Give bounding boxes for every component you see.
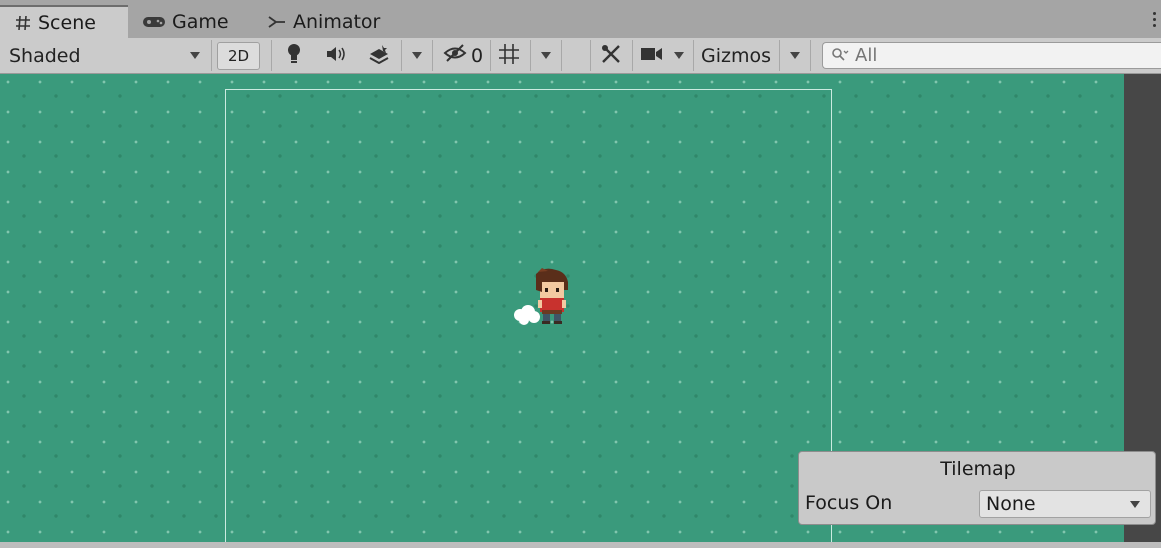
2d-mode-button[interactable]: 2D [217,42,260,70]
gamepad-icon [142,14,166,30]
effects-dropdown[interactable] [406,38,428,73]
lightbulb-icon [286,43,302,69]
hierarchy-search[interactable] [822,42,1161,69]
tools-icon [600,43,622,69]
draw-mode-value: Shaded [9,44,81,67]
search-icon [831,46,849,65]
tab-animator[interactable]: Animator [253,5,403,38]
divider [490,40,491,71]
divider [810,40,811,71]
window-tab-bar: Scene Game Animator [0,0,1161,38]
chevron-down-icon [674,52,684,59]
search-input[interactable] [855,45,1135,66]
hash-icon [14,14,32,32]
scene-visibility-toggle[interactable]: 0 [437,38,489,73]
tab-game[interactable]: Game [128,5,253,38]
player-sprite[interactable] [508,266,580,336]
camera-dropdown[interactable] [668,38,690,73]
animator-icon [267,14,287,30]
focus-on-value: None [986,493,1036,515]
divider [211,40,212,71]
chevron-down-icon [190,52,200,59]
divider [779,40,780,71]
chevron-down-icon [1130,500,1140,508]
more-options-icon[interactable] [1153,12,1157,30]
speaker-icon [325,45,349,67]
camera-icon [640,46,664,66]
chevron-down-icon [790,52,800,59]
eye-slash-icon [443,44,467,67]
divider [693,40,694,71]
layers-icon [368,44,390,68]
divider [401,40,402,71]
divider [561,40,562,71]
gizmos-dropdown[interactable] [782,38,808,73]
grid-icon [498,43,520,69]
draw-mode-dropdown[interactable]: Shaded [0,38,210,73]
lighting-toggle[interactable] [280,38,308,73]
grid-dropdown[interactable] [534,38,558,73]
tab-label: Scene [38,11,96,34]
camera-settings-button[interactable] [638,38,666,73]
divider [632,40,633,71]
effects-toggle[interactable] [364,38,394,73]
divider [590,40,591,71]
divider [530,40,531,71]
focus-on-label: Focus On [805,492,893,514]
tilemap-overlay-panel: Tilemap Focus On None [798,451,1156,525]
hidden-count: 0 [470,44,484,67]
divider [271,40,272,71]
tab-scene[interactable]: Scene [0,5,128,38]
focus-on-dropdown[interactable]: None [979,490,1151,518]
gizmos-button[interactable]: Gizmos [696,38,776,73]
tools-toggle[interactable] [594,38,628,73]
chevron-down-icon [412,52,422,59]
tab-label: Game [172,10,229,33]
grid-snap-toggle[interactable] [494,38,524,73]
tab-label: Animator [293,10,381,33]
chevron-down-icon [541,52,551,59]
divider [432,40,433,71]
panel-title: Tilemap [940,458,1016,480]
bottom-edge [0,542,1161,548]
audio-toggle[interactable] [322,38,352,73]
